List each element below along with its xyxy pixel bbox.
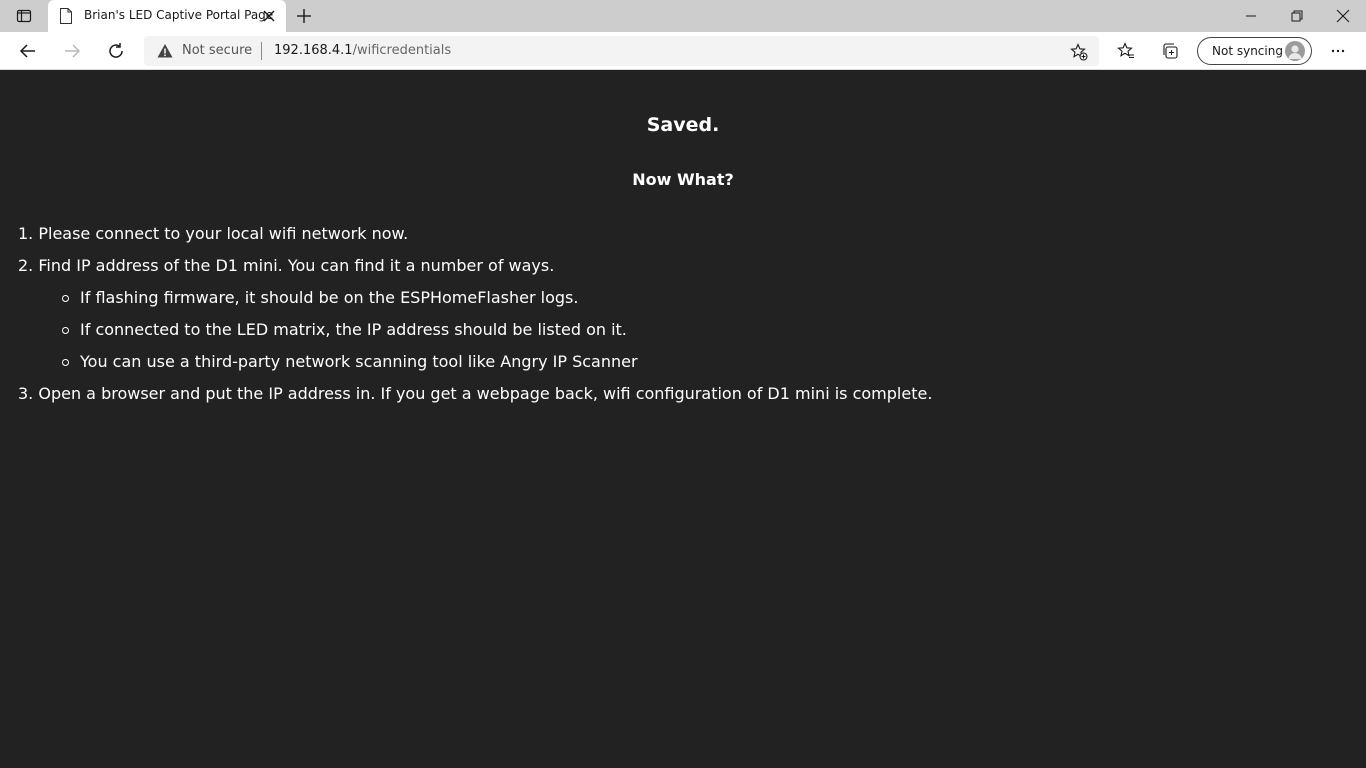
address-bar[interactable]: Not secure 192.168.4.1/wificredentials	[144, 36, 1099, 66]
page-title: Saved.	[646, 114, 720, 136]
avatar	[1285, 41, 1305, 61]
bullet-icon	[62, 359, 69, 366]
instructions-list: 1. Please connect to your local wifi net…	[18, 222, 932, 414]
browser-titlebar: Brian's LED Captive Portal Page	[0, 0, 1366, 32]
list-item-step-1: 1. Please connect to your local wifi net…	[18, 224, 409, 243]
url-path: /wificredentials	[352, 43, 452, 58]
forward-button[interactable]	[58, 37, 86, 65]
favorites-icon	[1117, 42, 1134, 58]
bullet-icon	[62, 295, 69, 302]
more-button[interactable]	[1324, 37, 1352, 65]
profile-sync-button[interactable]: Not syncing	[1197, 37, 1312, 65]
window-close-button[interactable]	[1320, 0, 1366, 32]
page-subtitle: Now What?	[632, 170, 734, 189]
restore-icon	[1291, 10, 1303, 22]
arrow-left-icon	[19, 44, 35, 58]
tab-actions-icon	[16, 9, 32, 23]
arrow-right-icon	[65, 44, 81, 58]
substep-text: You can use a third-party network scanni…	[80, 352, 638, 371]
page-content: Saved. Now What? 1. Please connect to yo…	[0, 70, 1366, 768]
minimize-button[interactable]	[1228, 0, 1274, 32]
back-button[interactable]	[14, 37, 42, 65]
browser-tab[interactable]: Brian's LED Captive Portal Page	[48, 0, 286, 32]
list-item-substep: You can use a third-party network scanni…	[18, 350, 932, 382]
tab-actions-button[interactable]	[8, 4, 40, 28]
more-icon	[1331, 49, 1345, 53]
star-plus-icon	[1070, 43, 1088, 61]
collections-icon	[1163, 43, 1178, 59]
warning-icon[interactable]	[157, 43, 173, 59]
page-icon	[60, 8, 72, 24]
list-item-step-3: 3. Open a browser and put the IP address…	[18, 384, 933, 403]
restore-button[interactable]	[1274, 0, 1320, 32]
list-item-step-2: 2. Find IP address of the D1 mini. You c…	[18, 256, 555, 275]
add-favorite-button[interactable]	[1068, 41, 1090, 63]
collections-button[interactable]	[1156, 37, 1184, 65]
reload-button[interactable]	[102, 37, 130, 65]
plus-icon	[297, 9, 311, 23]
security-label[interactable]: Not secure	[182, 43, 252, 58]
close-icon[interactable]	[262, 9, 276, 23]
list-item-substep: If flashing firmware, it should be on th…	[18, 286, 932, 318]
favorites-button[interactable]	[1112, 37, 1140, 65]
new-tab-button[interactable]	[293, 5, 315, 27]
sync-label: Not syncing	[1212, 44, 1283, 58]
substep-text: If connected to the LED matrix, the IP a…	[80, 320, 627, 339]
close-icon	[1336, 9, 1350, 23]
list-item-substep: If connected to the LED matrix, the IP a…	[18, 318, 932, 350]
tab-title: Brian's LED Captive Portal Page	[84, 8, 274, 22]
bullet-icon	[62, 327, 69, 334]
browser-toolbar: Not secure 192.168.4.1/wificredentials N…	[0, 32, 1366, 70]
address-divider	[261, 42, 262, 60]
reload-icon	[109, 43, 123, 58]
substep-text: If flashing firmware, it should be on th…	[80, 288, 579, 307]
url-host: 192.168.4.1	[274, 43, 353, 58]
url-text[interactable]: 192.168.4.1/wificredentials	[274, 43, 451, 58]
minimize-icon	[1246, 15, 1256, 17]
